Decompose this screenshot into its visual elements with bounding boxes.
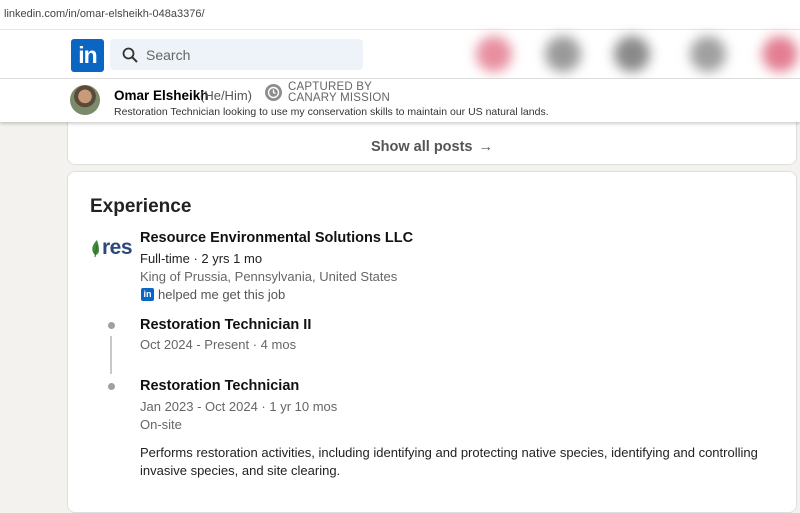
role-dates: Oct 2024 - Present · 4 mos (140, 337, 297, 352)
profile-pronouns: (He/Him) (200, 88, 252, 103)
employment-type: Full-time · 2 yrs 1 mo (140, 251, 263, 266)
experience-section-title: Experience (90, 196, 192, 217)
company-name[interactable]: Resource Environmental Solutions LLC (140, 230, 413, 246)
helped-get-job-text: helped me get this job (158, 287, 286, 302)
timeline-dot (108, 322, 115, 329)
canary-mission-icon (265, 84, 282, 101)
profile-sticky-header: Omar Elsheikh (He/Him) CAPTURED BY CANAR… (0, 79, 800, 122)
linkedin-icon: in (141, 288, 154, 301)
search-input[interactable] (146, 39, 346, 70)
arrow-right-icon: → (478, 139, 494, 155)
profile-headline: Restoration Technician looking to use my… (114, 106, 549, 118)
timeline-connector (110, 336, 112, 374)
url-text[interactable]: linkedin.com/in/omar-elsheikh-048a3376/ (4, 8, 205, 20)
nav-item-blurred-3[interactable] (614, 36, 650, 72)
timeline-dot (108, 383, 115, 390)
nav-item-blurred-2[interactable] (545, 36, 581, 72)
browser-url-bar[interactable]: linkedin.com/in/omar-elsheikh-048a3376/ (0, 0, 800, 30)
clock-icon (267, 86, 280, 99)
role-dates: Jan 2023 - Oct 2024 · 1 yr 10 mos (140, 399, 338, 414)
role-description: Performs restoration activities, includi… (140, 445, 758, 478)
top-nav: in (0, 30, 800, 79)
nav-item-blurred-4[interactable] (690, 36, 726, 72)
show-all-posts-button[interactable]: Show all posts → (68, 139, 796, 155)
company-location: King of Prussia, Pennsylvania, United St… (140, 269, 398, 284)
linkedin-logo[interactable]: in (71, 39, 104, 72)
search-box[interactable] (110, 39, 363, 70)
company-logo-text: res (102, 236, 133, 259)
company-logo[interactable]: res (91, 236, 135, 262)
role-title: Restoration Technician II (140, 317, 312, 333)
role-title: Restoration Technician (140, 378, 300, 394)
nav-item-blurred-1[interactable] (476, 36, 512, 72)
show-all-posts-label: Show all posts (370, 139, 473, 155)
profile-name[interactable]: Omar Elsheikh (114, 88, 209, 103)
search-icon (122, 47, 138, 63)
role-location-type: On-site (140, 417, 182, 432)
avatar[interactable] (70, 85, 100, 115)
leaf-icon (92, 240, 99, 258)
nav-item-blurred-5[interactable] (762, 36, 798, 72)
canary-badge-line2: CANARY MISSION (288, 92, 391, 104)
experience-card: Experience res Resource Environmental So… (67, 171, 797, 513)
